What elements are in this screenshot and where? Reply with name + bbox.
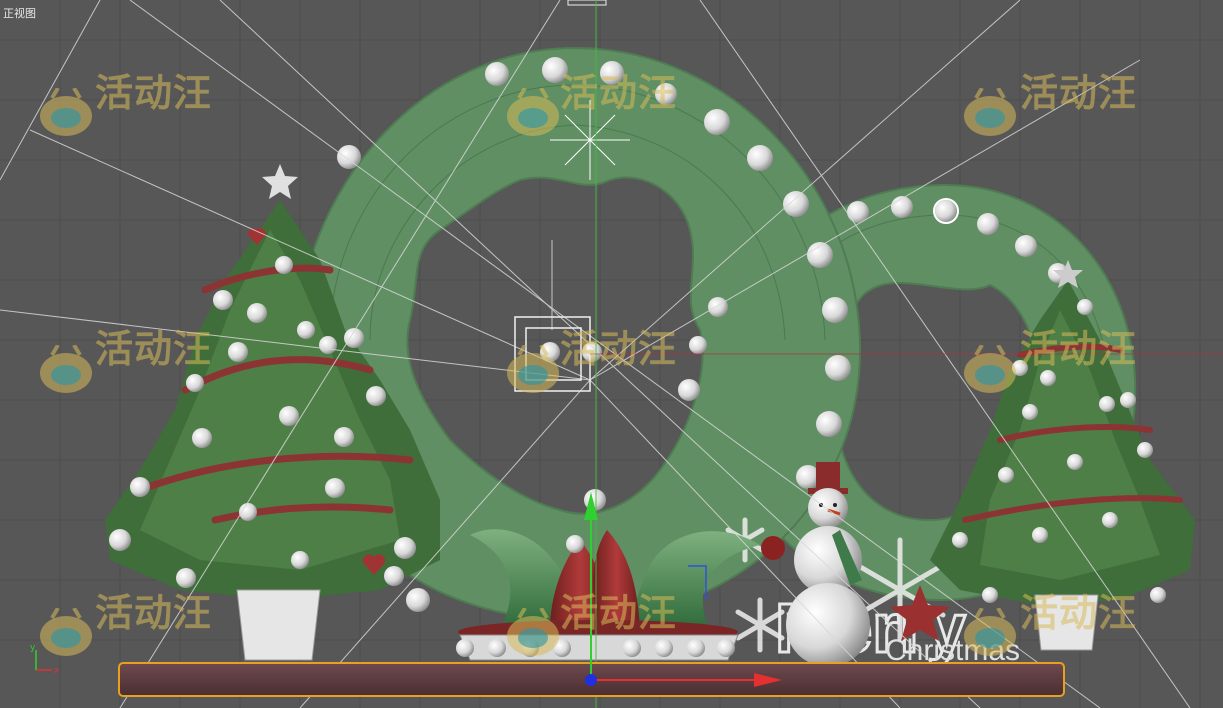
tree-pot-left <box>236 589 321 661</box>
axis-tripod: x y <box>30 643 60 676</box>
scene-canvas[interactable]: Merry Christmas x y <box>0 0 1223 708</box>
svg-text:x: x <box>54 666 60 676</box>
christmas-tree-right[interactable] <box>930 260 1195 651</box>
svg-text:y: y <box>30 643 36 653</box>
star-topper-left <box>262 164 298 199</box>
viewport-label[interactable]: 正视图 <box>3 5 36 21</box>
viewport-front[interactable]: 正视图 Merry Christmas x y 活动汪 活动汪 活动汪 活动汪 … <box>0 0 1223 708</box>
tree-pot-right <box>1034 594 1099 651</box>
